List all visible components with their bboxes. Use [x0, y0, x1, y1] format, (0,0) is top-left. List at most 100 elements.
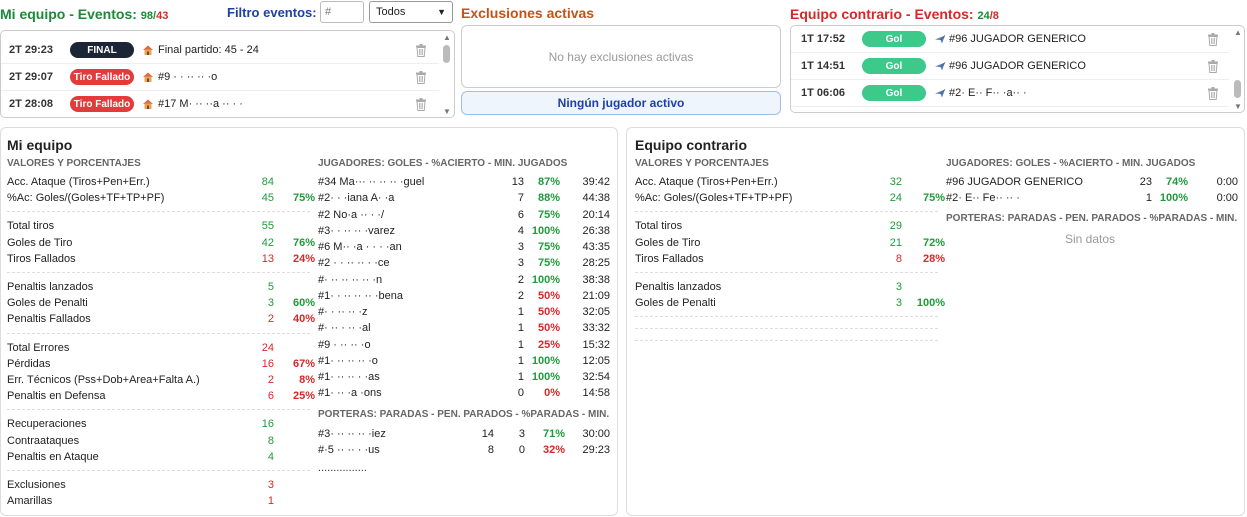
stat-row: Goles de Tiro 21 72% — [635, 237, 945, 253]
stat-value: 29 — [889, 220, 902, 233]
my-goalkeepers-header: PORTERAS: PARADAS - PEN. PARADOS - %PARA… — [318, 408, 610, 420]
filter-type-select[interactable]: Todos ▼ — [369, 1, 453, 23]
stat-label: Goles de Penalti — [7, 297, 88, 310]
player-row: #34 Ma··· ·· ·· ·· ·guel 13 87% 39:42 — [318, 176, 613, 192]
stat-row: Recuperaciones 16 — [7, 418, 312, 434]
event-description: Final partido: 45 - 24 — [158, 44, 259, 56]
event-row[interactable]: 1T 06:06 Gol #2· E·· F·· ·a·· · — [791, 80, 1229, 107]
player-name: #2 · · ·· ·· · ·ce — [318, 257, 390, 270]
event-row[interactable]: 1T 17:52 Gol #96 JUGADOR GENERICO — [791, 26, 1229, 53]
stat-label: Tiros Fallados — [7, 252, 76, 265]
trash-icon[interactable] — [415, 44, 427, 57]
scroll-down-icon[interactable]: ▼ — [1234, 102, 1242, 111]
trash-icon[interactable] — [415, 71, 427, 84]
player-percent: 87% — [537, 176, 560, 188]
player-percent: 25% — [537, 338, 560, 351]
scroll-down-icon[interactable]: ▼ — [443, 107, 451, 116]
stat-row: Penaltis lanzados 5 — [7, 281, 312, 297]
exclusions-box: No hay exclusiones activas — [461, 25, 781, 88]
active-player-box[interactable]: Ningún jugador activo — [461, 91, 781, 115]
event-time: 2T 29:23 — [9, 44, 54, 56]
my-events-title: Mi equipo - Eventos: 98/43 — [0, 6, 169, 22]
stat-percent: 25% — [292, 390, 315, 403]
stat-label: Recuperaciones — [7, 418, 87, 431]
event-time: 1T 06:06 — [801, 87, 846, 99]
event-row[interactable]: 2T 29:07 Tiro Fallado #9 · · ·· ·· ·o — [1, 64, 439, 91]
event-row[interactable]: 2T 28:08 Tiro Fallado #17 M· ·· ··a ·· · · — [1, 91, 439, 117]
event-description: #2· E·· F·· ·a·· · — [949, 87, 1027, 99]
stat-value: 42 — [261, 236, 274, 249]
stat-row: Contraataques 8 — [7, 435, 312, 451]
my-values-header: VALORES Y PORCENTAJES — [7, 158, 141, 169]
stat-label: Acc. Ataque (Tiros+Pen+Err.) — [7, 176, 150, 188]
event-badge: Gol — [862, 31, 926, 47]
stat-value: 1 — [267, 495, 274, 508]
player-percent: 75% — [537, 241, 560, 253]
player-name: #2· · ·iana A· ·a — [318, 192, 395, 205]
stat-value: 3 — [267, 479, 274, 491]
scrollbar[interactable]: ▲ ▼ — [1233, 26, 1243, 112]
event-row[interactable]: 2T 29:23 FINAL Final partido: 45 - 24 — [1, 37, 439, 64]
opp-events-count: 24 — [977, 10, 990, 22]
player-name: #6 M·· ·a · · · ·an — [318, 241, 402, 253]
stat-percent: 60% — [292, 297, 315, 310]
player-percent: 100% — [1159, 192, 1188, 205]
player-row: #1· ·· ·a ·ons 0 0% 14:58 — [318, 387, 613, 403]
group-divider — [7, 470, 310, 471]
stat-value: 84 — [261, 176, 274, 188]
stat-value: 32 — [889, 176, 902, 188]
stat-value: 2 — [267, 313, 274, 326]
trash-icon[interactable] — [1207, 33, 1219, 46]
player-row: #· ·· ·· ·· ·· ·n 2 100% 38:38 — [318, 274, 613, 290]
stat-value: 8 — [895, 252, 902, 265]
scroll-up-icon[interactable]: ▲ — [1234, 28, 1242, 37]
trash-icon[interactable] — [1207, 60, 1219, 73]
stat-label: Penaltis lanzados — [7, 281, 94, 293]
stat-label: Penaltis en Ataque — [7, 450, 99, 463]
filter-label: Filtro eventos: — [227, 5, 317, 20]
my-events-list[interactable]: 2T 29:23 FINAL Final partido: 45 - 24 2T 29… — [0, 30, 455, 118]
group-divider — [635, 272, 938, 273]
event-time: 1T 17:52 — [801, 33, 846, 45]
stat-row: Acc. Ataque (Tiros+Pen+Err.) 84 — [7, 176, 312, 192]
stat-row: %Ac: Goles/(Goles+TF+TP+PF) 45 75% — [7, 192, 315, 208]
stat-row: %Ac: Goles/(Goles+TF+TP+PF) 24 75% — [635, 192, 945, 208]
opp-events-list[interactable]: 1T 17:52 Gol #96 JUGADOR GENERICO 1T 14:51 G… — [790, 25, 1245, 113]
stat-row: Penaltis en Defensa 6 25% — [7, 390, 315, 406]
player-name: #96 JUGADOR GENERICO — [946, 176, 1083, 188]
player-row: #· ·· · ·· ·al 1 50% 33:32 — [318, 322, 613, 338]
player-name: #34 Ma··· ·· ·· ·· ·guel — [318, 176, 425, 188]
group-divider — [635, 328, 938, 330]
stat-percent: 76% — [292, 236, 315, 249]
stat-label: Err. Técnicos (Pss+Dob+Area+Falta A.) — [7, 374, 200, 386]
filter-number-input[interactable] — [320, 1, 364, 23]
goalkeeper-percent: 32% — [542, 443, 565, 456]
goalkeeper-saves: 14 — [481, 427, 494, 440]
trash-icon[interactable] — [415, 98, 427, 111]
stat-label: Tiros Fallados — [635, 252, 704, 265]
opp-events-title-text: Equipo contrario - Eventos: — [790, 6, 974, 22]
exclusions-empty-text: No hay exclusiones activas — [548, 49, 694, 64]
trash-icon[interactable] — [1207, 87, 1219, 100]
stat-label: Total tiros — [635, 220, 683, 233]
stat-label: Total Errores — [7, 341, 70, 354]
stat-row: Goles de Penalti 3 60% — [7, 297, 315, 313]
scrollbar-thumb[interactable] — [443, 45, 450, 63]
stat-row: Tiros Fallados 13 24% — [7, 252, 315, 269]
group-divider — [7, 211, 310, 213]
player-minutes: 39:42 — [582, 176, 610, 188]
player-percent: 75% — [537, 208, 560, 221]
player-row: #1· · ·· ·· ·· ·bena 2 50% 21:09 — [318, 290, 613, 306]
group-divider — [7, 409, 310, 411]
player-minutes: 33:32 — [582, 322, 610, 335]
scrollbar-thumb[interactable] — [1234, 80, 1241, 98]
player-percent: 88% — [537, 192, 560, 205]
goalkeeper-row: #·5 ·· ·· · ·us 8 0 32% 29:23 — [318, 444, 613, 460]
player-minutes: 12:05 — [582, 354, 610, 367]
player-percent: 50% — [537, 289, 560, 302]
scrollbar[interactable]: ▲ ▼ — [442, 31, 452, 117]
event-row[interactable]: 1T 14:51 Gol #96 JUGADOR GENERICO — [791, 53, 1229, 80]
scroll-up-icon[interactable]: ▲ — [443, 33, 451, 42]
player-name: #3· · ·· ·· ·varez — [318, 224, 395, 237]
filter-type-select-value: Todos — [376, 6, 406, 18]
